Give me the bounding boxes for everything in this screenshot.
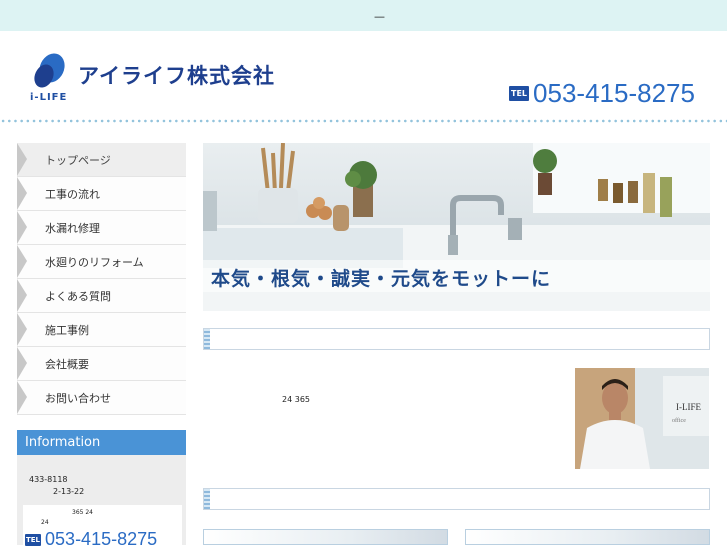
- information-heading: Information: [17, 430, 186, 455]
- nav-label: よくある質問: [45, 289, 111, 303]
- tel-badge: TEL: [25, 533, 42, 546]
- nav-arrow-icon: [17, 211, 27, 244]
- photo-sign-sub: office: [672, 418, 686, 424]
- heading-accent: [204, 489, 210, 509]
- section-heading-bar-2: [203, 488, 710, 510]
- hours-text-2: 24: [41, 519, 49, 526]
- nav-label: トップページ: [45, 153, 111, 167]
- nav-item-cases[interactable]: 施工事例: [17, 313, 186, 347]
- nav-item-top[interactable]: トップページ: [17, 143, 186, 177]
- dotted-divider: [0, 118, 727, 124]
- postal-code: 433-8118: [29, 475, 68, 484]
- tel-badge: TEL: [509, 85, 530, 101]
- top-bar-text: —: [374, 10, 385, 23]
- nav-label: 施工事例: [45, 323, 89, 337]
- nav-label: 工事の流れ: [45, 187, 100, 201]
- heading-accent: [204, 329, 210, 349]
- nav-arrow-icon: [17, 313, 27, 346]
- nav-arrow-icon: [17, 381, 27, 414]
- staff-photo: I-LIFE office: [575, 368, 709, 469]
- intro-text: 24 365: [282, 395, 310, 404]
- nav-item-leak-repair[interactable]: 水漏れ修理: [17, 211, 186, 245]
- contact-card: 365 24 24 TEL 053-415-8275: [23, 505, 182, 549]
- nav-item-faq[interactable]: よくある質問: [17, 279, 186, 313]
- nav-arrow-icon: [17, 177, 27, 210]
- address: 2-13-22: [53, 487, 85, 496]
- hero-caption: 本気・根気・誠実・元気をモットーに: [211, 268, 552, 290]
- nav-item-flow[interactable]: 工事の流れ: [17, 177, 186, 211]
- hero-caption-band: 本気・根気・誠実・元気をモットーに: [203, 260, 710, 292]
- nav-item-contact[interactable]: お問い合わせ: [17, 381, 186, 415]
- nav-label: 水漏れ修理: [45, 221, 100, 235]
- nav-item-company[interactable]: 会社概要: [17, 347, 186, 381]
- sidebar-nav: トップページ 工事の流れ 水漏れ修理 水廻りのリフォーム よくある質問 施工事例…: [17, 143, 186, 415]
- nav-label: お問い合わせ: [45, 391, 111, 405]
- top-bar: —: [0, 0, 727, 31]
- hero-image: 本気・根気・誠実・元気をモットーに: [203, 143, 710, 311]
- nav-item-reform[interactable]: 水廻りのリフォーム: [17, 245, 186, 279]
- logo-icon[interactable]: [32, 52, 68, 90]
- nav-arrow-icon: [17, 347, 27, 380]
- nav-arrow-icon: [17, 143, 27, 176]
- nav-arrow-icon: [17, 279, 27, 312]
- information-panel: 433-8118 2-13-22 365 24 24 TEL 053-415-8…: [17, 455, 186, 549]
- header-phone-number: 053-415-8275: [533, 77, 695, 108]
- logo-text: i-LIFE: [30, 92, 68, 103]
- company-name[interactable]: アイライフ株式会社: [78, 60, 275, 90]
- header-phone[interactable]: TEL 053-415-8275: [509, 78, 695, 108]
- nav-label: 水廻りのリフォーム: [45, 255, 144, 269]
- hours-text: 365 24: [72, 509, 93, 516]
- section-heading-bar: [203, 328, 710, 350]
- info-phone[interactable]: TEL 053-415-8275: [25, 529, 157, 550]
- work-thumbnail[interactable]: [465, 529, 710, 545]
- nav-label: 会社概要: [45, 357, 89, 371]
- info-phone-number: 053-415-8275: [45, 529, 158, 549]
- nav-arrow-icon: [17, 245, 27, 278]
- work-thumbnail[interactable]: [203, 529, 448, 545]
- photo-sign-text: I-LIFE: [676, 402, 701, 412]
